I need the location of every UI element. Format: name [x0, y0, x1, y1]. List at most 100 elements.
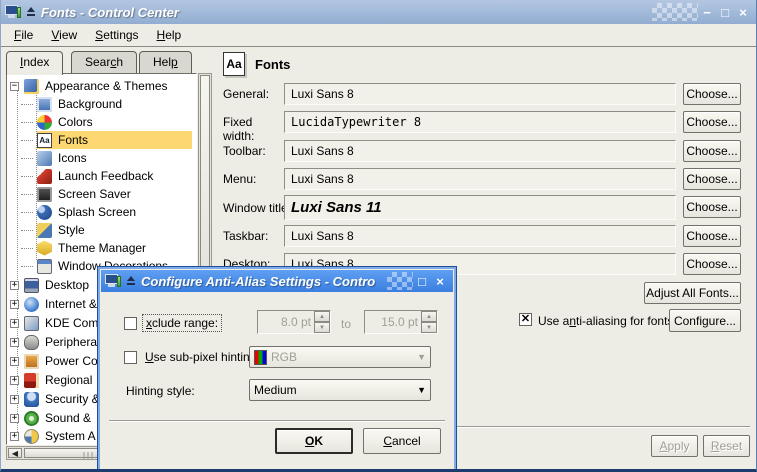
- spin-up-icon[interactable]: ▲: [421, 311, 437, 322]
- tab-index[interactable]: Index: [6, 51, 63, 75]
- subpixel-hinting-label: Use sub-pixel hinting:: [145, 350, 260, 364]
- tree-item-label: Sound &: [45, 411, 91, 425]
- menu-label: Menu:: [223, 172, 283, 186]
- tree-item-theme-manager[interactable]: Theme Manager: [10, 239, 192, 257]
- tree-item-label: Theme Manager: [58, 241, 146, 255]
- exclude-range-checkbox[interactable]: [124, 317, 137, 330]
- general-font-sample: Luxi Sans 8: [284, 83, 676, 105]
- expand-icon[interactable]: +: [10, 414, 19, 423]
- window-title: Fonts - Control Center: [41, 5, 652, 20]
- use-antialiasing-checkbox[interactable]: ✕: [519, 313, 532, 326]
- background-icon: [37, 97, 52, 112]
- minimize-button[interactable]: −: [698, 3, 716, 21]
- appearance-themes-icon: [24, 79, 39, 94]
- expand-icon[interactable]: +: [10, 357, 19, 366]
- tree-item-label: Screen Saver: [58, 187, 131, 201]
- menu-view[interactable]: View: [42, 26, 86, 44]
- sound-icon: [24, 411, 39, 426]
- system-administration-icon: [24, 429, 39, 444]
- maximize-button[interactable]: □: [716, 3, 734, 21]
- close-button[interactable]: ×: [734, 3, 752, 21]
- tree-item-splash-screen[interactable]: Splash Screen: [10, 203, 192, 221]
- cancel-button[interactable]: Cancel: [363, 428, 441, 454]
- chevron-down-icon: ▼: [417, 385, 426, 395]
- spin-up-icon[interactable]: ▲: [314, 311, 330, 322]
- reset-button[interactable]: Reset: [703, 435, 750, 457]
- tree-item-label: Icons: [58, 151, 87, 165]
- expand-icon[interactable]: +: [10, 376, 19, 385]
- tree-item-label: Security &: [45, 392, 100, 406]
- tree-item-launch-feedback[interactable]: Launch Feedback: [10, 167, 192, 185]
- adjust-all-fonts-button[interactable]: Adjust All Fonts...: [644, 282, 741, 304]
- tree-item-style[interactable]: Style: [10, 221, 192, 239]
- tree-item-fonts[interactable]: Aa Fonts: [10, 131, 192, 149]
- tree-item-appearance-themes[interactable]: − Appearance & Themes: [10, 77, 192, 95]
- screen-saver-icon: [37, 187, 52, 202]
- expand-icon[interactable]: +: [10, 319, 19, 328]
- tree-item-label: System A: [45, 429, 96, 443]
- choose-menu-button[interactable]: Choose...: [683, 168, 741, 190]
- tree-item-screen-saver[interactable]: Screen Saver: [10, 185, 192, 203]
- dialog-close-button[interactable]: ×: [431, 272, 449, 290]
- tree-item-label: KDE Com: [45, 316, 98, 330]
- apply-button[interactable]: Apply: [651, 435, 698, 457]
- use-antialiasing-label: Use anti-aliasing for fonts: [538, 314, 673, 328]
- choose-general-button[interactable]: Choose...: [683, 83, 741, 105]
- dialog-window-menu-icon[interactable]: [126, 276, 137, 286]
- scroll-left-icon[interactable]: ◀: [8, 448, 22, 458]
- exclude-to-spinbox[interactable]: 15.0 pt ▲▼: [364, 310, 438, 334]
- choose-taskbar-button[interactable]: Choose...: [683, 225, 741, 247]
- configure-antialias-dialog: Configure Anti-Alias Settings - Contro □…: [97, 266, 457, 472]
- desktop-icon: [24, 278, 39, 293]
- tab-search[interactable]: Search: [71, 51, 137, 74]
- tree-item-label: Fonts: [58, 133, 88, 147]
- ok-button[interactable]: OK: [275, 428, 353, 454]
- fonts-icon: Aa: [37, 133, 52, 148]
- choose-fixed-width-button[interactable]: Choose...: [683, 111, 741, 133]
- main-titlebar[interactable]: Fonts - Control Center − □ ×: [1, 0, 756, 24]
- tree-item-icons[interactable]: Icons: [10, 149, 192, 167]
- page-title: Fonts: [255, 57, 290, 72]
- to-label: to: [341, 317, 351, 331]
- dialog-title: Configure Anti-Alias Settings - Contro: [141, 274, 387, 289]
- tree-item-background[interactable]: Background: [10, 95, 192, 113]
- menubar: File View Settings Help: [1, 24, 756, 47]
- expand-icon[interactable]: +: [10, 338, 19, 347]
- app-icon: [5, 5, 21, 19]
- toolbar-label: Toolbar:: [223, 144, 283, 158]
- menu-settings[interactable]: Settings: [86, 26, 147, 44]
- configure-button[interactable]: Configure...: [669, 309, 741, 332]
- expand-icon[interactable]: +: [10, 395, 19, 404]
- style-icon: [37, 223, 52, 238]
- tree-item-label: Power Co: [45, 354, 98, 368]
- spin-down-icon[interactable]: ▼: [314, 322, 330, 333]
- dialog-maximize-button[interactable]: □: [413, 272, 431, 290]
- toolbar-font-sample: Luxi Sans 8: [284, 140, 676, 162]
- exclude-from-spinbox[interactable]: 8.0 pt ▲▼: [257, 310, 331, 334]
- window-menu-icon[interactable]: [26, 7, 37, 17]
- taskbar-font-sample: Luxi Sans 8: [284, 225, 676, 247]
- choose-desktop-button[interactable]: Choose...: [683, 253, 741, 275]
- rgb-stripes-icon: [254, 350, 267, 365]
- menu-font-sample: Luxi Sans 8: [284, 168, 676, 190]
- power-control-icon: [24, 354, 39, 369]
- expand-icon[interactable]: +: [10, 300, 19, 309]
- expand-icon[interactable]: +: [10, 281, 19, 290]
- tree-item-label: Colors: [58, 115, 93, 129]
- subpixel-order-combobox[interactable]: RGB ▼: [249, 346, 431, 368]
- menu-help[interactable]: Help: [148, 26, 191, 44]
- tree-item-colors[interactable]: Colors: [10, 113, 192, 131]
- subpixel-hinting-checkbox[interactable]: [124, 351, 137, 364]
- expand-icon[interactable]: +: [10, 432, 19, 441]
- choose-toolbar-button[interactable]: Choose...: [683, 140, 741, 162]
- hinting-style-combobox[interactable]: Medium ▼: [249, 379, 431, 401]
- menu-file[interactable]: File: [5, 26, 42, 44]
- spin-down-icon[interactable]: ▼: [421, 322, 437, 333]
- collapse-icon[interactable]: −: [10, 82, 19, 91]
- dialog-titlebar[interactable]: Configure Anti-Alias Settings - Contro □…: [101, 270, 453, 292]
- tab-help[interactable]: Help: [139, 51, 192, 74]
- choose-window-title-button[interactable]: Choose...: [683, 196, 741, 218]
- tree-item-label: Desktop: [45, 278, 89, 292]
- theme-manager-icon: [37, 241, 52, 256]
- window-title-label: Window title:: [223, 201, 293, 215]
